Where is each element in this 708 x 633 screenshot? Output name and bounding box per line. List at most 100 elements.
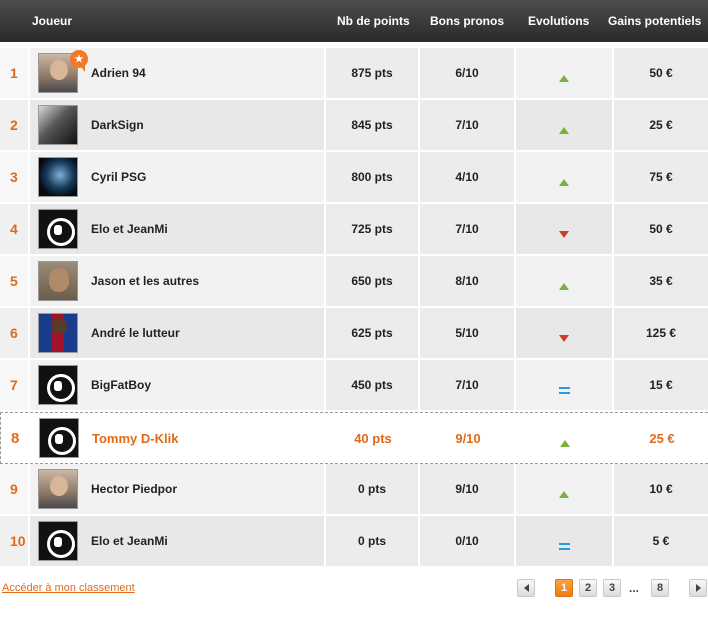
rank-number: 7 [0,360,28,410]
avatar [38,157,78,197]
table-row[interactable]: 8 Tommy D-Klik 40 pts 9/10 25 € [0,412,708,464]
points-cell: 625 pts [326,308,418,358]
ranking-table: 1 ★ Adrien 94 875 pts 6/10 50 €2 DarkSign 845 p… [0,48,708,568]
avatar [38,209,78,249]
table-row[interactable]: 2 DarkSign 845 pts 7/10 25 € [0,100,708,152]
player-name[interactable]: Tommy D-Klik [92,431,178,446]
table-row[interactable]: 5 Jason et les autres 650 pts 8/10 35 € [0,256,708,308]
player-cell[interactable]: Tommy D-Klik [31,413,325,463]
player-cell[interactable]: BigFatBoy [30,360,324,410]
arrow-up-icon [559,282,569,290]
player-name[interactable]: Cyril PSG [91,170,146,184]
player-name[interactable]: BigFatBoy [91,378,151,392]
bons-pronos-cell: 8/10 [420,256,514,306]
table-row[interactable]: 7 BigFatBoy 450 pts 7/10 15 € [0,360,708,412]
evolution-cell [516,152,612,202]
player-cell[interactable]: ★ Adrien 94 [30,48,324,98]
player-cell[interactable]: DarkSign [30,100,324,150]
bons-pronos-cell: 7/10 [420,100,514,150]
table-row[interactable]: 10 Elo et JeanMi 0 pts 0/10 5 € [0,516,708,568]
points-cell: 725 pts [326,204,418,254]
avatar [38,313,78,353]
pagination: 1 2 3 ... 8 [517,579,708,597]
player-cell[interactable]: Jason et les autres [30,256,324,306]
avatar [38,469,78,509]
gains-cell: 15 € [614,360,708,410]
player-cell[interactable]: Hector Piedpor [30,464,324,514]
rank-number: 1 [0,48,28,98]
arrow-down-icon [559,334,569,342]
evolution-cell [516,464,612,514]
avatar [39,418,79,458]
player-cell[interactable]: André le lutteur [30,308,324,358]
player-cell[interactable]: Cyril PSG [30,152,324,202]
points-cell: 0 pts [326,516,418,566]
bons-pronos-cell: 9/10 [420,464,514,514]
evolution-cell [516,360,612,410]
evolution-cell [516,204,612,254]
page-ellipsis: ... [629,581,640,595]
avatar [38,261,78,301]
page-last-button[interactable]: 8 [651,579,669,597]
evolution-cell [516,308,612,358]
rank-number: 9 [0,464,28,514]
arrow-up-icon [559,74,569,82]
page-1-button[interactable]: 1 [555,579,573,597]
player-cell[interactable]: Elo et JeanMi [30,516,324,566]
page-2-button[interactable]: 2 [579,579,597,597]
evolution-cell [517,413,613,463]
bons-pronos-cell: 4/10 [420,152,514,202]
header-bons-pronos: Bons pronos [430,14,504,28]
gains-cell: 25 € [614,100,708,150]
rank-number: 2 [0,100,28,150]
trophy-icon: ★ [70,50,88,76]
bons-pronos-cell: 9/10 [421,413,515,463]
evolution-cell [516,256,612,306]
equal-icon [558,386,570,394]
player-cell[interactable]: Elo et JeanMi [30,204,324,254]
gains-cell: 50 € [614,204,708,254]
header-points: Nb de points [337,14,410,28]
table-row[interactable]: 1 ★ Adrien 94 875 pts 6/10 50 € [0,48,708,100]
bons-pronos-cell: 5/10 [420,308,514,358]
arrow-left-icon [523,584,529,592]
my-ranking-link[interactable]: Accéder à mon classement [2,582,135,594]
points-cell: 875 pts [326,48,418,98]
arrow-up-icon [560,439,570,447]
bons-pronos-cell: 6/10 [420,48,514,98]
bons-pronos-cell: 7/10 [420,360,514,410]
avatar [38,105,78,145]
gains-cell: 75 € [614,152,708,202]
rank-number: 10 [0,516,28,566]
rank-number: 4 [0,204,28,254]
player-name[interactable]: Jason et les autres [91,274,199,288]
avatar [38,521,78,561]
table-row[interactable]: 4 Elo et JeanMi 725 pts 7/10 50 € [0,204,708,256]
table-row[interactable]: 6 André le lutteur 625 pts 5/10 125 € [0,308,708,360]
points-cell: 800 pts [326,152,418,202]
arrow-right-icon [695,584,701,592]
arrow-down-icon [559,230,569,238]
points-cell: 450 pts [326,360,418,410]
player-name[interactable]: Hector Piedpor [91,482,177,496]
table-row[interactable]: 9 Hector Piedpor 0 pts 9/10 10 € [0,464,708,516]
points-cell: 0 pts [326,464,418,514]
page-3-button[interactable]: 3 [603,579,621,597]
points-cell: 845 pts [326,100,418,150]
player-name[interactable]: Elo et JeanMi [91,222,168,236]
arrow-up-icon [559,126,569,134]
player-name[interactable]: André le lutteur [91,326,180,340]
player-name[interactable]: Elo et JeanMi [91,534,168,548]
avatar: ★ [38,50,88,93]
player-name[interactable]: DarkSign [91,118,144,132]
points-cell: 40 pts [327,413,419,463]
prev-page-button[interactable] [517,579,535,597]
rank-number: 5 [0,256,28,306]
table-row[interactable]: 3 Cyril PSG 800 pts 4/10 75 € [0,152,708,204]
player-name[interactable]: Adrien 94 [91,66,146,80]
gains-cell: 35 € [614,256,708,306]
gains-cell: 5 € [614,516,708,566]
bons-pronos-cell: 7/10 [420,204,514,254]
next-page-button[interactable] [689,579,707,597]
arrow-up-icon [559,490,569,498]
